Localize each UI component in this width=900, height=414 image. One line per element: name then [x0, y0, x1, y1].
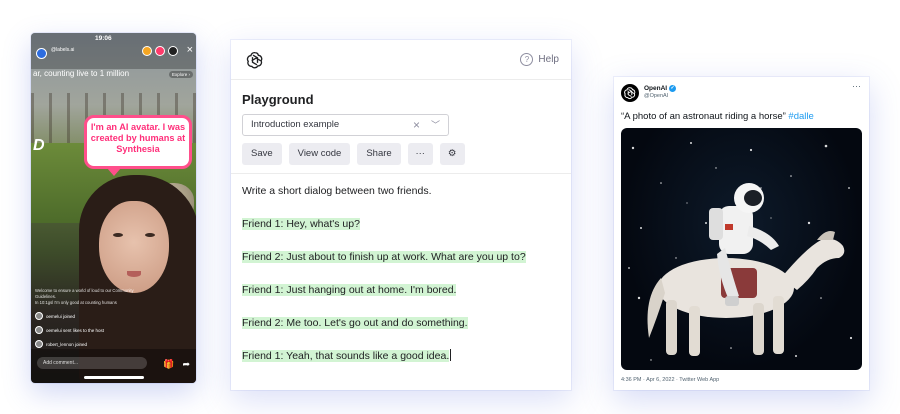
playground-header: ? Help: [231, 40, 571, 80]
gift-icon[interactable]: 🎁: [163, 359, 174, 370]
preset-value: Introduction example: [251, 119, 340, 130]
completion-line: Friend 1: Hey, what's up?: [242, 217, 562, 231]
viewer-avatar[interactable]: [168, 46, 178, 56]
tweet-text: “A photo of an astronaut riding a horse”…: [621, 111, 814, 122]
completion-line: Friend 1: Yeah, that sounds like a good …: [242, 349, 562, 363]
help-label: Help: [538, 54, 559, 65]
user-avatar: [35, 340, 43, 348]
prompt-editor[interactable]: Write a short dialog between two friends…: [242, 184, 562, 382]
completion-line: Friend 2: Me too. Let's go out and do so…: [242, 316, 562, 330]
explore-button[interactable]: Explore ›: [168, 71, 193, 78]
close-icon[interactable]: ×: [187, 45, 193, 56]
hashtag-link[interactable]: #dalle: [788, 111, 813, 122]
tweet-body: “A photo of an astronaut riding a horse”: [621, 111, 789, 122]
completion-text: Friend 1: Just hanging out at home. I'm …: [242, 284, 457, 296]
clear-icon[interactable]: ×: [413, 115, 420, 135]
verified-badge-icon: ✓: [669, 85, 677, 92]
more-options-button[interactable]: ···: [407, 143, 433, 165]
feed-event-text: robert_lennon joined: [46, 341, 88, 347]
comment-input[interactable]: Add comment...: [37, 357, 147, 369]
status-time: 19:06: [95, 35, 112, 42]
streamer-avatar[interactable]: [36, 48, 47, 59]
canvas: 19:06 @labels.ai × ar, counting live to …: [0, 0, 900, 414]
author-name-text: OpenAI: [644, 85, 668, 92]
completion-line: Friend 1: Just hanging out at home. I'm …: [242, 283, 562, 297]
avatar-mouth: [127, 271, 141, 277]
feed-event: robert_lennon joined: [35, 340, 155, 348]
user-avatar: [35, 326, 43, 334]
share-icon[interactable]: ➦: [182, 359, 190, 370]
tweet-card: OpenAI ✓ @OpenAI ··· “A photo of an astr…: [614, 77, 869, 390]
prompt-text: Write a short dialog between two friends…: [242, 185, 432, 197]
text-cursor: [450, 349, 452, 361]
page-title: Playground: [242, 92, 314, 107]
tweet-meta: 4:36 PM · Apr 6, 2022 · Twitter Web App: [621, 377, 720, 383]
share-button[interactable]: Share: [357, 143, 401, 165]
live-feed: Welcome to ensure a world of loud to our…: [35, 288, 155, 348]
feed-line: In 10:1gsl I'm only good at counting hum…: [35, 300, 117, 305]
live-stream-phone: 19:06 @labels.ai × ar, counting live to …: [31, 33, 196, 383]
author-name[interactable]: OpenAI ✓: [644, 85, 677, 92]
completion-text: Friend 2: Just about to finish up at wor…: [242, 251, 526, 263]
avatar-eye-left: [113, 233, 123, 237]
speech-bubble: I'm an AI avatar. I was created by human…: [84, 115, 192, 176]
avatar-eye-right: [145, 233, 155, 237]
feed-event: oemelui joined: [35, 312, 155, 320]
completion-line: Friend 2: Just about to finish up at wor…: [242, 250, 562, 264]
viewer-avatar[interactable]: [142, 46, 152, 56]
playground-window: ? Help Playground Introduction example ×…: [231, 40, 571, 390]
preset-select[interactable]: Introduction example × ﹀: [242, 114, 449, 136]
openai-avatar[interactable]: [621, 84, 639, 102]
feed-event: oemelui sent likes to the host: [35, 326, 155, 334]
help-link[interactable]: ? Help: [520, 53, 559, 66]
chevron-down-icon[interactable]: ﹀: [431, 115, 440, 135]
completion-text: Friend 1: Hey, what's up?: [242, 218, 360, 230]
feed-event-text: oemelui joined: [46, 313, 76, 319]
feed-event-text: oemelui sent likes to the host: [46, 327, 105, 333]
more-icon[interactable]: ···: [852, 81, 861, 91]
avatar-face: [99, 201, 169, 293]
brand-overlay: D: [33, 137, 45, 154]
view-code-button[interactable]: View code: [288, 143, 351, 165]
tweet-image[interactable]: [621, 128, 862, 370]
viewer-avatar[interactable]: [155, 46, 165, 56]
divider: [231, 173, 571, 174]
toolbar: Save View code Share ··· ⚙: [242, 143, 465, 165]
feed-line: Welcome to ensure a world of loud to our…: [35, 288, 134, 299]
openai-logo-icon[interactable]: [245, 50, 265, 70]
help-icon: ?: [520, 53, 534, 66]
user-avatar: [35, 312, 43, 320]
openai-logo-icon: [624, 87, 636, 100]
save-button[interactable]: Save: [242, 143, 282, 165]
viewer-avatars[interactable]: [142, 46, 178, 56]
completion-text: Friend 1: Yeah, that sounds like a good …: [242, 350, 450, 362]
settings-icon[interactable]: ⚙: [439, 143, 465, 165]
completion-text: Friend 2: Me too. Let's go out and do so…: [242, 317, 468, 329]
bottom-actions: 🎁 ➦: [163, 359, 190, 370]
streamer-handle[interactable]: @labels.ai: [51, 47, 74, 53]
astronaut-horse-image: [628, 142, 853, 361]
home-indicator: [84, 376, 144, 379]
author-handle[interactable]: @OpenAI: [644, 93, 668, 99]
